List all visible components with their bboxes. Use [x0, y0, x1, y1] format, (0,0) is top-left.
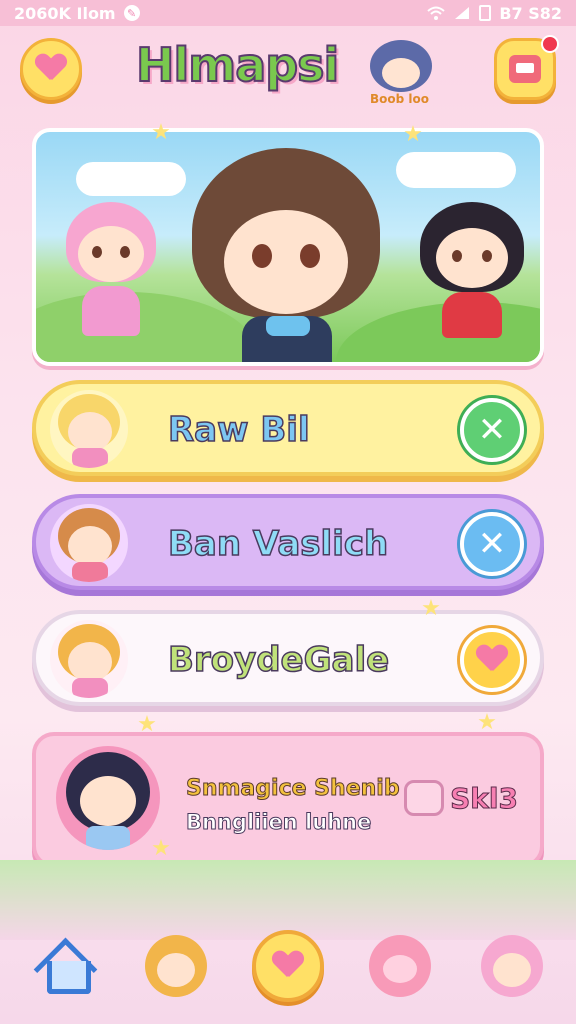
character-card[interactable]: BroydeGale	[32, 610, 544, 706]
profile-title: Snmagice Shenib	[186, 776, 401, 802]
status-bar: 2060K Ilom ✎ B7 S82	[0, 0, 576, 26]
inbox-icon	[509, 55, 541, 83]
nav-home[interactable]	[24, 926, 104, 1006]
signal-icon	[455, 7, 470, 19]
character-name: BroydeGale	[167, 639, 390, 681]
profile-subtitle: Bnngliien luhne	[185, 810, 372, 835]
nav-pet[interactable]	[360, 926, 440, 1006]
wifi-icon	[427, 6, 445, 20]
close-button[interactable]: ✕	[460, 398, 524, 462]
favorite-button[interactable]	[460, 628, 524, 692]
character-avatar	[50, 504, 128, 582]
nav-character[interactable]	[136, 926, 216, 1006]
character-name: Ban Vaslich	[167, 523, 389, 565]
star-icon: ★	[151, 120, 171, 145]
cup-icon	[404, 780, 445, 816]
character-name: Raw Bil	[167, 409, 310, 451]
status-left: 2060K Ilom ✎	[14, 4, 140, 23]
inbox-button[interactable]	[494, 35, 559, 100]
close-button[interactable]: ✕	[460, 512, 524, 576]
app-title: Hlmapsi	[135, 37, 340, 93]
skill-label: Skl3	[450, 781, 519, 815]
app-tagline: Boob loo	[370, 92, 430, 106]
favorites-button[interactable]	[20, 38, 82, 100]
close-icon: ✕	[477, 524, 507, 564]
cloud-decoration	[76, 162, 186, 196]
heart-button[interactable]	[252, 930, 324, 1002]
heart-icon	[36, 54, 66, 84]
status-right: B7 S82	[427, 4, 562, 23]
nav-friend[interactable]	[472, 926, 552, 1006]
status-time: 2060K Ilom	[14, 3, 116, 23]
close-icon: ✕	[477, 410, 507, 450]
nav-favorite[interactable]	[248, 926, 328, 1006]
profile-card[interactable]: Snmagice Shenib Bnngliien luhne Skl3	[32, 732, 544, 868]
mascot-avatar	[370, 40, 432, 92]
star-icon: ★	[137, 712, 157, 737]
star-icon: ★	[151, 836, 171, 861]
pet-icon	[369, 935, 431, 997]
friend-icon	[481, 935, 543, 997]
notification-icon: ✎	[123, 5, 140, 21]
home-icon	[37, 941, 91, 994]
character-card[interactable]: Ban Vaslich ✕	[32, 494, 544, 590]
battery-icon	[479, 5, 492, 21]
character-brown-girl	[186, 148, 386, 362]
character-avatar	[50, 390, 128, 468]
character-card[interactable]: Raw Bil ✕	[32, 380, 544, 476]
star-icon: ★	[403, 122, 423, 147]
cloud-decoration	[396, 152, 516, 188]
heart-icon	[477, 645, 507, 675]
bottom-nav	[0, 920, 576, 1024]
skill-button[interactable]: Skl3	[404, 780, 518, 816]
status-right-text: B7 S82	[499, 3, 562, 23]
star-icon: ★	[421, 596, 441, 621]
heart-icon	[273, 951, 303, 981]
character-icon	[145, 935, 207, 997]
notification-badge	[541, 35, 559, 53]
character-avatar	[50, 620, 128, 698]
app-header: Hlmapsi Boob loo	[0, 30, 576, 114]
character-pink-girl	[56, 202, 166, 352]
profile-avatar	[56, 746, 160, 850]
star-icon: ★	[477, 710, 497, 735]
hero-banner[interactable]	[32, 128, 544, 366]
character-dark-girl	[412, 202, 532, 352]
